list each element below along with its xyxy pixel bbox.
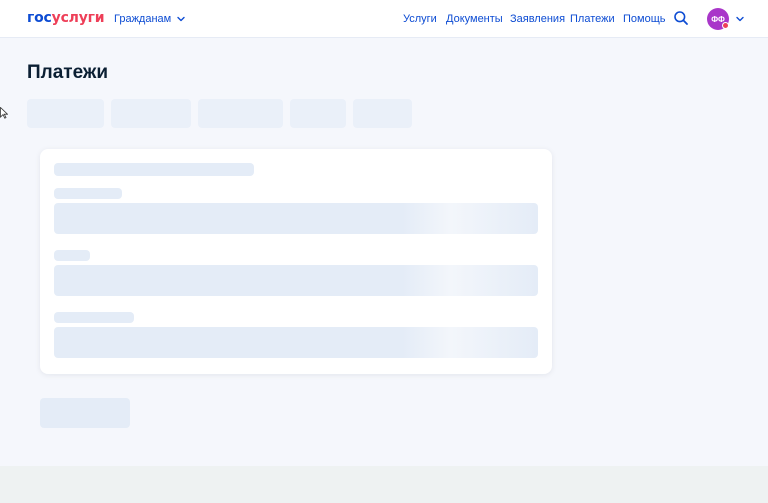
tab-skeleton	[290, 99, 346, 128]
form-card-skeleton	[40, 149, 552, 374]
nav-item-payments[interactable]: Платежи	[570, 12, 615, 26]
card-heading-skeleton	[54, 163, 254, 176]
field-input-skeleton	[54, 327, 538, 358]
button-skeleton	[40, 398, 130, 428]
field-label-skeleton	[54, 188, 122, 199]
top-header: госуслуги Гражданам Услуги Документы Зая…	[0, 0, 768, 38]
tab-skeleton	[353, 99, 412, 128]
notification-dot	[722, 22, 729, 29]
tab-skeleton	[111, 99, 191, 128]
chevron-down-icon	[177, 16, 185, 22]
nav-item-help[interactable]: Помощь	[623, 12, 666, 26]
field-label-skeleton	[54, 250, 90, 261]
tab-skeleton	[198, 99, 283, 128]
nav-item-documents[interactable]: Документы	[446, 12, 503, 26]
nav-item-services[interactable]: Услуги	[403, 12, 437, 26]
audience-label: Гражданам	[114, 13, 172, 25]
audience-selector[interactable]: Гражданам	[114, 12, 186, 26]
chevron-down-icon[interactable]	[735, 14, 745, 24]
gosuslugi-logo[interactable]: госуслуги	[27, 9, 105, 27]
nav-item-applications[interactable]: Заявления	[510, 12, 565, 26]
footer-area	[0, 466, 768, 503]
field-label-skeleton	[54, 312, 134, 323]
cursor-icon	[0, 107, 8, 119]
field-input-skeleton	[54, 265, 538, 296]
search-icon[interactable]	[673, 10, 689, 26]
field-input-skeleton	[54, 203, 538, 234]
logo-part-gos: гос	[27, 10, 52, 26]
page-title: Платежи	[27, 62, 109, 83]
logo-part-uslugi: услуги	[51, 10, 105, 26]
tab-skeleton	[27, 99, 104, 128]
